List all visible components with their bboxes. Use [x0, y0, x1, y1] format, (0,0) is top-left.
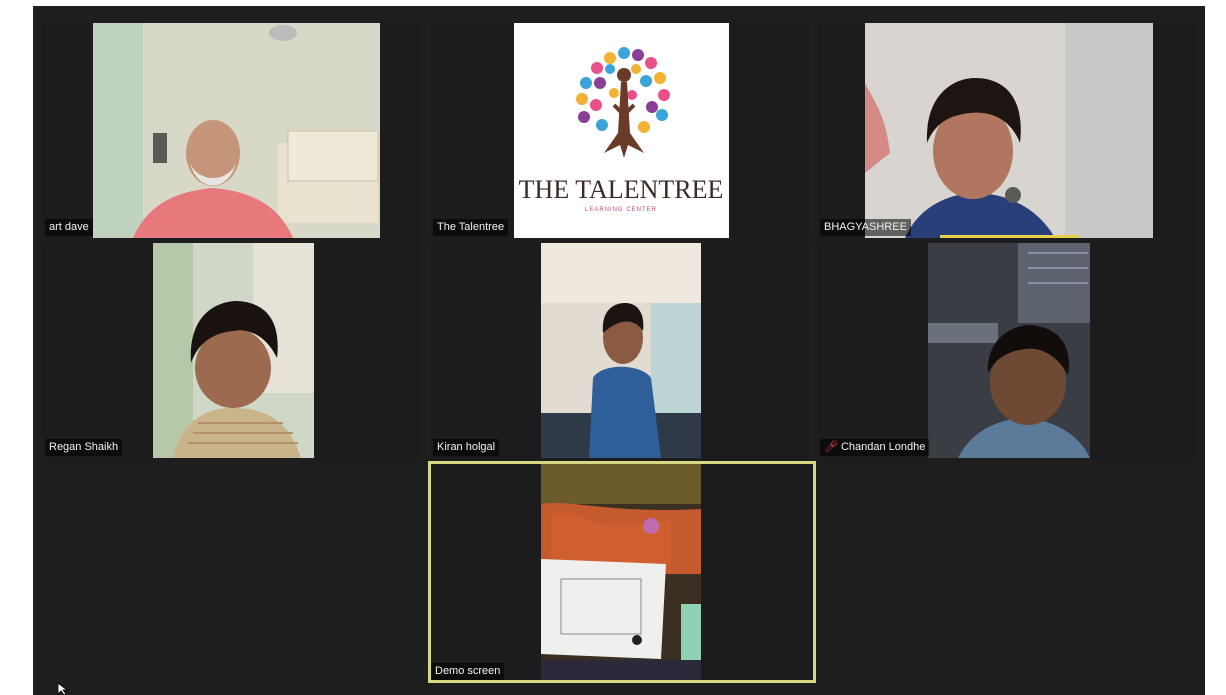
mouse-pointer-icon [57, 683, 69, 695]
participant-tile-kiran[interactable]: Kiran holgal [431, 243, 809, 458]
talentree-logo: THE TALENTREE LEARNING CENTER [514, 23, 729, 238]
participant-tile-bhagyashree[interactable]: BHAGYASHREE [818, 23, 1196, 238]
participant-tile-talentree[interactable]: THE TALENTREE LEARNING CENTER The Talent… [431, 23, 809, 238]
participant-name-label: BHAGYASHREE [820, 219, 911, 236]
meeting-gallery-view: art dave THE TALENTREE LEARNING CENTER T… [33, 6, 1205, 695]
participant-name-label: art dave [45, 219, 93, 236]
participant-video-bhagyashree [865, 23, 1153, 238]
participant-video-regan [153, 243, 314, 458]
participant-video-chandan [928, 243, 1090, 458]
participant-tile-chandan[interactable]: 🎤︎ Chandan Londhe [818, 243, 1196, 458]
participant-name-label: Demo screen [431, 663, 505, 680]
participant-name-label: Kiran holgal [433, 439, 500, 456]
logo-title: THE TALENTREE [519, 175, 724, 204]
mic-muted-icon: 🎤︎ [824, 441, 838, 453]
participant-tile-regan[interactable]: Regan Shaikh [43, 243, 420, 458]
speaking-indicator [940, 235, 1080, 238]
participant-video-demo [541, 464, 701, 680]
participant-video-talentree: THE TALENTREE LEARNING CENTER [514, 23, 729, 238]
participant-name-label: 🎤︎ Chandan Londhe [820, 439, 930, 456]
logo-subtitle: LEARNING CENTER [585, 207, 657, 213]
participant-tile-art[interactable]: art dave [43, 23, 420, 238]
participant-name-label: The Talentree [433, 219, 509, 236]
participant-video-art [93, 23, 380, 238]
participant-tile-demo[interactable]: Demo screen [428, 461, 816, 683]
participant-video-kiran [541, 243, 701, 458]
participant-name-label: Regan Shaikh [45, 439, 123, 456]
